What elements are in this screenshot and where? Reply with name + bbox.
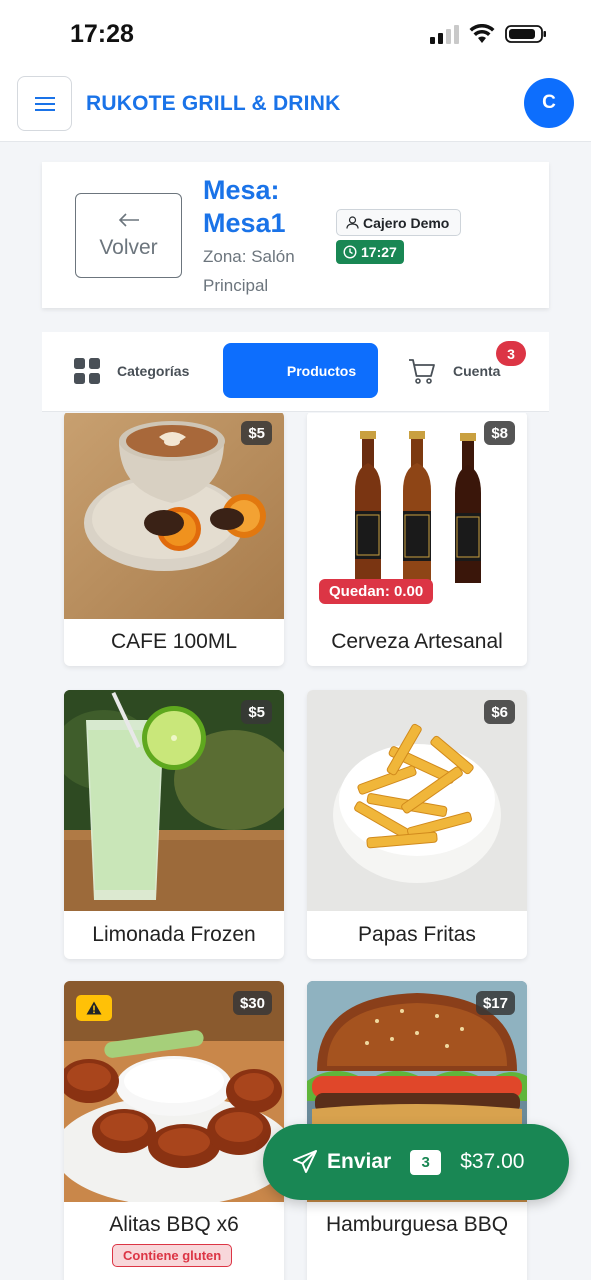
stock-badge: Quedan: 0.00 <box>319 579 434 604</box>
tab-account-label: Cuenta <box>453 362 501 379</box>
price-badge: $30 <box>232 991 272 1015</box>
product-name: Cerveza Artesanal <box>331 630 503 653</box>
cashier-name: Cajero Demo <box>363 214 450 231</box>
warning-icon <box>86 1001 102 1015</box>
send-icon <box>293 1150 317 1173</box>
menu-icon <box>34 96 55 111</box>
account-count-badge: 3 <box>496 341 526 366</box>
send-order-button[interactable]: Enviar 3 $37.00 <box>263 1124 569 1200</box>
brand-title: RUKOTE GRILL & DRINK <box>86 92 341 115</box>
price-badge: $6 <box>484 700 515 724</box>
tab-products-label: Productos <box>286 362 357 379</box>
product-name: Alitas BBQ x6 <box>109 1213 239 1236</box>
send-item-count: 3 <box>410 1149 442 1175</box>
product-card[interactable]: $6 Papas Fritas <box>307 690 527 959</box>
table-info-card: Volver Mesa: Mesa1 Zona: Salón Principal… <box>42 162 549 308</box>
product-card[interactable]: $8 Quedan: 0.00 Cerveza Artesanal <box>307 413 527 666</box>
send-label: Enviar <box>327 1150 392 1173</box>
price-badge: $5 <box>241 421 272 445</box>
tab-categories-label: Categorías <box>117 362 190 379</box>
cashier-badge: Cajero Demo <box>336 209 462 236</box>
app-header: RUKOTE GRILL & DRINK C <box>0 66 591 142</box>
price-badge: $17 <box>475 991 515 1015</box>
product-name: Limonada Frozen <box>92 923 256 946</box>
product-name: Papas Fritas <box>358 923 476 946</box>
warning-badge <box>76 995 112 1021</box>
product-card[interactable]: $30 Alitas BBQ x6 Contiene gluten <box>64 981 284 1280</box>
user-icon <box>346 216 359 229</box>
status-icons <box>430 24 547 44</box>
price-badge: $8 <box>484 421 515 445</box>
status-bar: 17:28 <box>0 0 591 66</box>
price-badge: $5 <box>241 700 272 724</box>
product-name: Hamburguesa BBQ <box>325 1213 509 1236</box>
menu-button[interactable] <box>17 76 72 131</box>
tab-account[interactable]: Cuenta <box>408 343 500 398</box>
tab-products[interactable]: Productos <box>223 343 378 398</box>
back-label: Volver <box>99 235 158 259</box>
wifi-icon <box>469 24 495 43</box>
table-zone: Zona: Salón Principal <box>203 247 295 295</box>
user-avatar[interactable]: C <box>524 78 574 128</box>
view-tabs: Categorías Productos Cuenta 3 <box>42 332 549 412</box>
back-button[interactable]: Volver <box>75 193 182 278</box>
product-card[interactable]: $5 Limonada Frozen <box>64 690 284 959</box>
battery-icon <box>505 25 546 43</box>
grid-icon <box>74 357 100 384</box>
time-value: 17:27 <box>361 244 397 260</box>
send-total: $37.00 <box>460 1150 525 1173</box>
product-name: CAFE 100ML <box>110 630 238 653</box>
allergen-badge: Contiene gluten <box>112 1244 233 1267</box>
product-card[interactable]: $5 CAFE 100ML <box>64 413 284 666</box>
cart-icon <box>409 358 435 384</box>
tab-categories[interactable]: Categorías <box>74 343 189 398</box>
signal-icon <box>430 24 459 44</box>
status-time: 17:28 <box>70 20 134 48</box>
clock-icon <box>343 245 357 259</box>
arrow-left-icon <box>118 212 139 227</box>
time-badge: 17:27 <box>336 240 404 264</box>
table-title: Mesa: Mesa1 <box>203 175 286 238</box>
